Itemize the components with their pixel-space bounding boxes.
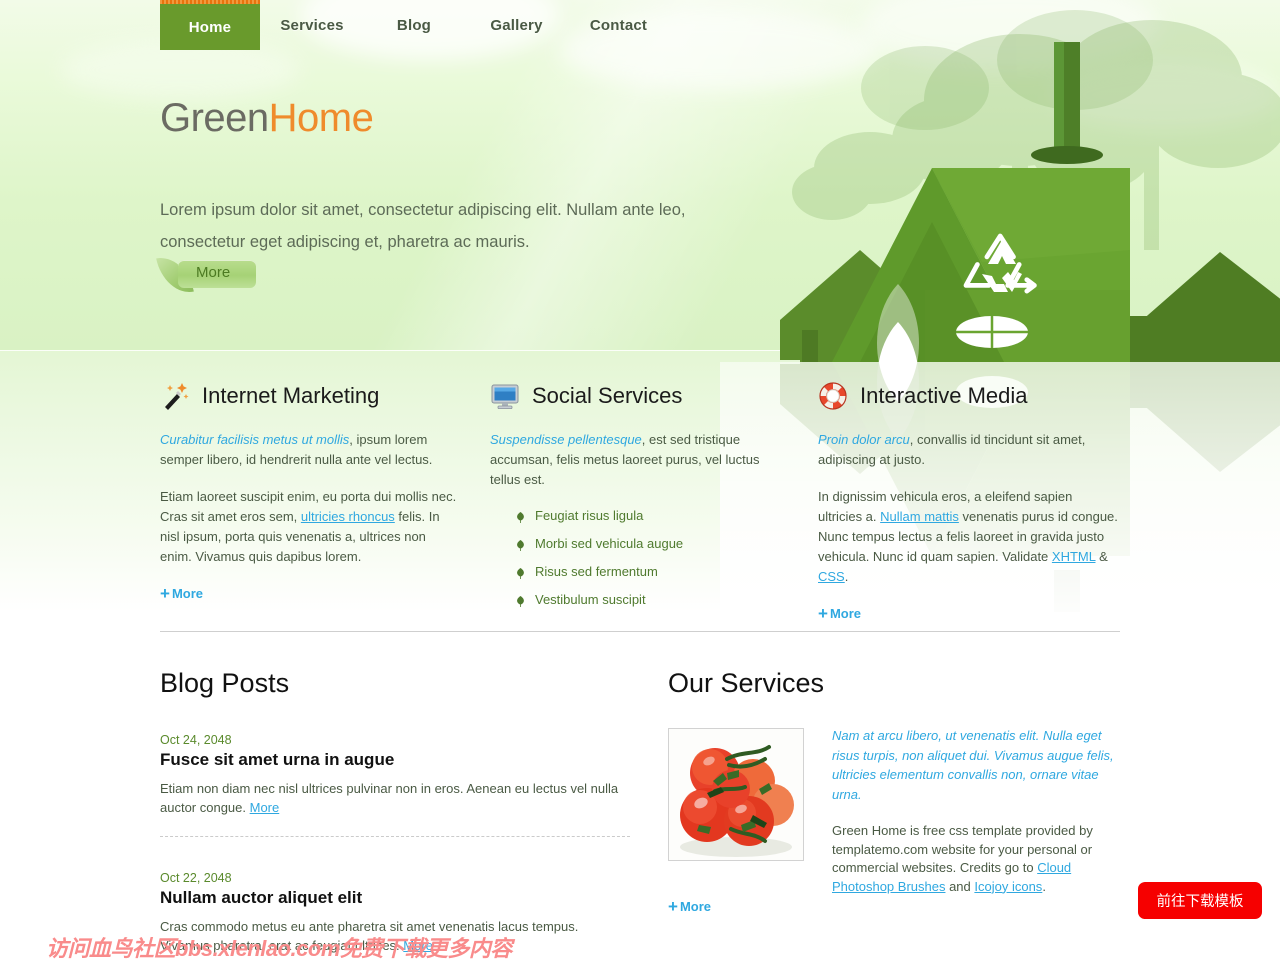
tomatoes-photo [668,728,804,861]
blog-post: Oct 24, 2048 Fusce sit amet urna in augu… [160,733,630,837]
our-services-heading: Our Services [668,668,825,698]
hero-more-label: More [196,264,231,281]
service-body: Etiam laoreet suscipit enim, eu porta du… [160,487,460,567]
nav-item-gallery[interactable]: Gallery [478,0,555,50]
service-more-link[interactable]: + More [160,585,203,602]
hero-light-sheen [0,0,1280,350]
service-lead: Suspendisse pellentesque, est sed tristi… [490,430,790,490]
leaf-bullet-icon [516,538,525,551]
service-header: Social Services [490,378,790,414]
plus-icon: + [818,604,828,623]
magic-wand-icon [160,381,190,411]
list-item-label: Feugiat risus ligula [535,508,644,523]
post-date: Oct 24, 2048 [160,733,232,747]
watermark-text: 访问血鸟社区bbs.xlenlao.com免费下载更多内容 [46,936,512,961]
service-feature-list: Feugiat risus ligula Morbi sed vehicula … [490,507,790,609]
service-more-label: More [171,586,203,601]
plus-icon: + [160,584,170,603]
service-title: Social Services [532,383,683,408]
logo-text-green: Green [160,96,269,140]
list-item[interactable]: Morbi sed vehicula augue [490,535,790,553]
our-services-more-label: More [679,899,711,914]
lifebuoy-icon [818,381,848,411]
list-item-label: Vestibulum suscipit [535,592,646,607]
css-validate-link[interactable]: CSS [818,569,845,584]
nav-item-blog[interactable]: Blog [380,0,448,50]
plus-icon: + [668,897,678,916]
our-services-body: Green Home is free css template provided… [832,822,1124,896]
list-item-label: Morbi sed vehicula augue [535,536,684,551]
service-more-label: More [829,606,861,621]
leaf-bullet-icon [516,566,525,579]
service-lead: Proin dolor arcu, convallis id tincidunt… [818,430,1118,470]
download-template-button[interactable]: 前往下载模板 [1138,882,1262,919]
service-title: Interactive Media [860,383,1028,408]
list-item[interactable]: Risus sed fermentum [490,563,790,581]
our-services-more-link[interactable]: + More [668,898,711,915]
nav-label: Blog [396,16,432,34]
our-services-section: Our Services Nam at arcu libero, ut vene… [668,668,1123,915]
service-title: Internet Marketing [202,383,380,408]
xhtml-validate-link[interactable]: XHTML [1052,549,1096,564]
ampersand-text: & [1095,549,1108,564]
list-item-label: Risus sed fermentum [535,564,658,579]
list-item[interactable]: Feugiat risus ligula [490,507,790,525]
icojoy-icons-link[interactable]: Icojoy icons [974,879,1042,894]
service-header: Interactive Media [818,378,1118,414]
monitor-icon [490,381,520,411]
post-more-link[interactable]: More [250,800,280,815]
post-separator [160,836,630,837]
service-lead: Curabitur facilisis metus ut mollis, ips… [160,430,460,470]
service-column-internet-marketing: Internet Marketing Curabitur facilisis m… [160,378,460,604]
post-excerpt-text: Etiam non diam nec nisl ultrices pulvina… [160,781,619,815]
body-period: . [844,569,849,584]
reflection-divider [0,350,1280,351]
leaf-bullet-icon [516,594,525,607]
main-navigation[interactable]: Home Services Blog Gallery Contact [0,0,1280,50]
nav-item-services[interactable]: Services [265,0,359,50]
site-logo[interactable]: GreenHome [160,96,374,141]
hero-intro-text: Lorem ipsum dolor sit amet, consectetur … [160,200,686,251]
service-more-link[interactable]: + More [818,605,861,622]
hero-more-button[interactable]: More [156,252,256,298]
our-services-text: Nam at arcu libero, ut venenatis elit. N… [832,726,1124,896]
our-services-lead: Nam at arcu libero, ut venenatis elit. N… [832,728,1114,802]
section-divider [160,631,1120,632]
nav-item-contact[interactable]: Contact [578,0,659,50]
service-column-social-services: Social Services Suspendisse pellentesque… [490,378,790,619]
post-title[interactable]: Fusce sit amet urna in augue [160,750,630,770]
blog-heading: Blog Posts [160,668,290,698]
service-body: In dignissim vehicula eros, a eleifend s… [818,487,1118,587]
list-item[interactable]: Vestibulum suscipit [490,591,790,609]
body-mid: and [945,878,975,894]
body-end: . [1042,878,1046,894]
nav-label: Contact [589,16,648,34]
nav-label: Gallery [490,16,543,34]
hero-banner [0,0,1280,350]
service-column-interactive-media: Interactive Media Proin dolor arcu, conv… [818,378,1118,624]
post-date: Oct 22, 2048 [160,871,232,885]
post-title[interactable]: Nullam auctor aliquet elit [160,888,630,908]
nav-label: Services [280,16,344,34]
service-body-link[interactable]: Nullam mattis [880,509,959,524]
post-excerpt: Etiam non diam nec nisl ultrices pulvina… [160,779,630,817]
service-lead-emphasis: Suspendisse pellentesque [490,432,642,447]
leaf-bullet-icon [516,510,525,523]
service-body-link[interactable]: ultricies rhoncus [301,509,395,524]
logo-text-home: Home [268,96,374,140]
blog-posts-section: Blog Posts Oct 24, 2048 Fusce sit amet u… [160,668,630,969]
nav-item-home[interactable]: Home [160,0,260,50]
cloud-shape [1050,60,1280,130]
service-lead-emphasis: Curabitur facilisis metus ut mollis [160,432,350,447]
service-lead-emphasis: Proin dolor arcu [818,432,910,447]
nav-label: Home [188,18,232,36]
service-header: Internet Marketing [160,378,460,414]
